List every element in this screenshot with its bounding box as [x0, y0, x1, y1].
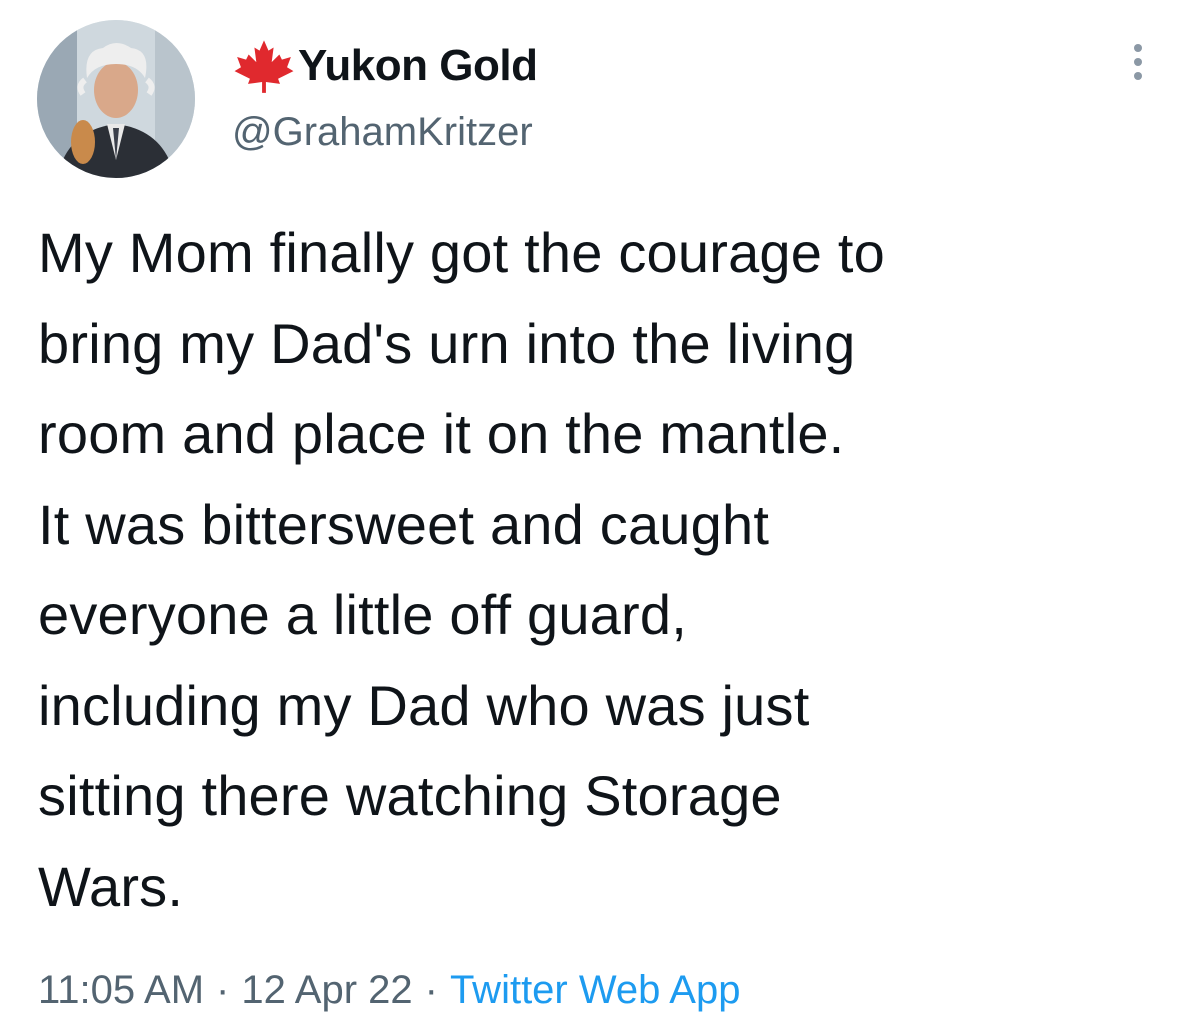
tweet-card: Yukon Gold @GrahamKritzer My Mom finally…	[0, 0, 1200, 1036]
tweet-text-line: everyone a little off guard,	[38, 583, 687, 646]
tweet-date[interactable]: 12 Apr 22	[241, 968, 412, 1012]
maple-leaf-icon	[232, 39, 296, 93]
tweet-time[interactable]: 11:05 AM	[38, 968, 204, 1012]
tweet-text-line: bring my Dad's urn into the living	[38, 311, 856, 375]
author-name-row[interactable]: Yukon Gold	[232, 38, 538, 94]
author-handle[interactable]: @GrahamKritzer	[232, 110, 533, 155]
tweet-text-line: including my Dad who was just	[38, 673, 810, 737]
tweet-source-link[interactable]: Twitter Web App	[450, 968, 741, 1012]
avatar[interactable]	[37, 20, 195, 178]
tweet-text-line: Wars.	[38, 854, 184, 918]
meta-separator: ·	[424, 968, 438, 1012]
tweet-text: My Mom finally got the courage to bring …	[38, 208, 1178, 932]
author-display-name[interactable]: Yukon Gold	[298, 41, 538, 91]
tweet-text-line: room and place it on the mantle.	[38, 402, 845, 465]
more-options-icon[interactable]	[1127, 44, 1149, 88]
tweet-text-line: My Mom finally got the courage to	[38, 221, 885, 284]
avatar-photo	[37, 20, 195, 178]
tweet-meta: 11:05 AM · 12 Apr 22 · Twitter Web App	[38, 968, 740, 1013]
tweet-text-line: It was bittersweet and caught	[38, 492, 770, 556]
tweet-text-line: sitting there watching Storage	[38, 764, 782, 827]
meta-separator: ·	[216, 968, 230, 1012]
